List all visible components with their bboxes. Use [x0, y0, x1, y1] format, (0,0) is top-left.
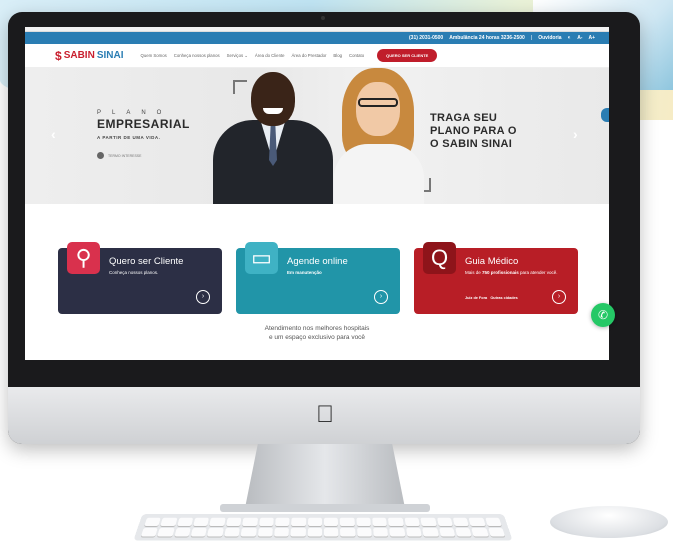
keyboard [133, 514, 513, 541]
whatsapp-icon[interactable]: ✆ [591, 303, 615, 327]
card-title: Guia Médico [465, 256, 519, 267]
logo-symbol-icon: $ [55, 48, 62, 63]
contrast-icon[interactable]: ◐ [568, 35, 572, 41]
service-cards: ⚲ Quero ser Cliente Conheça nossos plano… [25, 240, 609, 330]
tagline: Atendimento nos melhores hospitais e um … [25, 324, 609, 342]
outras-cidades-link[interactable]: Outras cidades [490, 296, 517, 300]
website-screen: (31) 2031-0500 Ambulância 24 horas 3236-… [25, 27, 609, 360]
hero-subtitle: A PARTIR DE UMA VIDA. [97, 135, 161, 140]
tagline-line2: e um espaço exclusivo para você [268, 334, 366, 341]
card-quero-ser-cliente[interactable]: ⚲ Quero ser Cliente Conheça nossos plano… [58, 242, 222, 314]
card-title: Quero ser Cliente [109, 256, 184, 267]
card-sub-prefix: Mais de [465, 270, 483, 275]
hero-left-text: PLANO EMPRESARIAL A PARTIR DE UMA VIDA. … [97, 110, 190, 159]
navbar: $ SABIN SINAI Quem Somos Conheça nossos … [25, 44, 609, 68]
nav-blog[interactable]: Blog [333, 53, 342, 58]
nav-area-prestador[interactable]: Área do Prestador [292, 53, 327, 58]
person-plus-icon: ⚲ [67, 242, 100, 274]
ambulancia-text[interactable]: Ambulância 24 horas 3236-2500 [449, 35, 525, 41]
card-agende-online[interactable]: ▭ Agende online Em manutenção › [236, 242, 400, 314]
quero-ser-cliente-button[interactable]: QUERO SER CLIENTE [377, 49, 438, 62]
side-tab[interactable] [601, 108, 609, 122]
man-head [251, 72, 295, 126]
card-title: Agende online [287, 256, 348, 267]
stand-base [220, 504, 430, 512]
hero-title: EMPRESARIAL [97, 117, 190, 131]
ouvidoria-link[interactable]: Ouvidoria [538, 35, 561, 41]
hero-right-text: TRAGA SEU PLANO PARA O O SABIN SINAI [430, 112, 517, 151]
card-chevron-button[interactable]: › [552, 290, 566, 304]
monitor-icon: ▭ [245, 242, 278, 274]
woman-blouse [334, 144, 424, 204]
card-sub: Mais de 750 profissionais para atender v… [465, 270, 565, 276]
search-doc-icon: Q [423, 242, 456, 274]
businesswoman-photo [330, 68, 425, 204]
nav-area-cliente[interactable]: Área do Cliente [255, 53, 285, 58]
phone-text[interactable]: (31) 2031-0500 [409, 35, 443, 41]
logo-text-sabin: SABIN [63, 50, 95, 61]
juiz-de-fora-link[interactable]: Juiz de Fora [465, 296, 487, 300]
termo-dot-icon [97, 152, 104, 159]
card-chevron-button[interactable]: › [374, 290, 388, 304]
sabin-sinai-logo[interactable]: $ SABIN SINAI [55, 49, 123, 63]
card-sub: Em manutenção [287, 270, 322, 275]
hero-right-line3: O SABIN SINAI [430, 138, 513, 150]
logo-text-sinai: SINAI [96, 50, 124, 61]
termo-interesse-link[interactable]: TERMO INTERESSE [97, 152, 190, 159]
camera [321, 16, 325, 20]
nav-quem-somos[interactable]: Quem Somos [140, 53, 166, 58]
hero-plano-label: PLANO [97, 110, 173, 116]
hero-banner: ‹ › PLANO EMPRESARIAL A PARTIR DE UMA VI… [25, 68, 609, 204]
topbar: (31) 2031-0500 Ambulância 24 horas 3236-… [25, 32, 609, 44]
font-decrease-button[interactable]: A- [577, 35, 582, 41]
woman-face [356, 82, 400, 136]
card-sub-bold: 750 profissionais [482, 270, 519, 275]
carousel-next-arrow[interactable]: › [573, 126, 578, 142]
card-chevron-button[interactable]: › [196, 290, 210, 304]
hero-right-line1: TRAGA SEU [430, 112, 498, 124]
glasses [358, 98, 398, 107]
hero-right-line2: PLANO PARA O [430, 125, 517, 137]
card-guia-medico[interactable]: Q Guia Médico Mais de 750 profissionais … [414, 242, 578, 314]
termo-label: TERMO INTERESSE [108, 153, 142, 158]
font-increase-button[interactable]: A+ [588, 35, 595, 41]
man-smile [263, 108, 283, 114]
card-sub: Conheça nossos planos. [109, 270, 159, 275]
apple-logo-icon:  [314, 402, 336, 428]
topbar-separator: | [530, 35, 533, 41]
businessman-photo [213, 72, 333, 204]
monitor-stand [245, 444, 405, 508]
mouse [550, 506, 668, 538]
nav-planos[interactable]: Conheça nossos planos [174, 53, 220, 58]
card-sub-suffix: para atender você. [518, 270, 558, 275]
carousel-prev-arrow[interactable]: ‹ [51, 126, 56, 142]
nav-contato[interactable]: Contato [349, 53, 364, 58]
nav-servicos[interactable]: Serviços ⌄ [227, 53, 248, 59]
tagline-line1: Atendimento nos melhores hospitais [264, 325, 370, 332]
card-city-links: Juiz de Fora Outras cidades [465, 296, 518, 300]
